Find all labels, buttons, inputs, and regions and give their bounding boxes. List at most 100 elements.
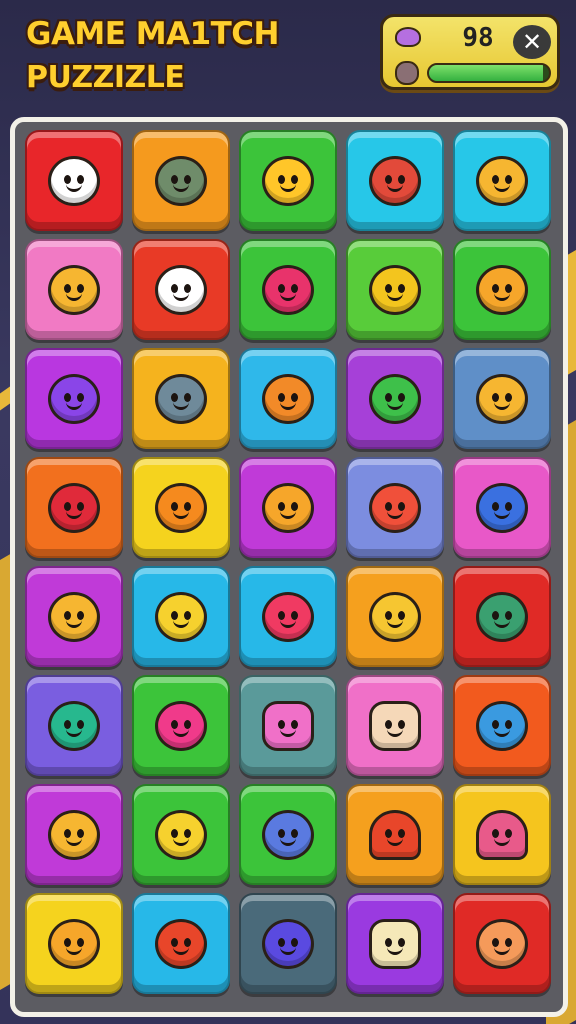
mouth <box>173 511 189 520</box>
mouth <box>280 402 296 411</box>
game-tile[interactable] <box>346 457 444 558</box>
game-tile[interactable] <box>346 239 444 340</box>
bear-face-icon <box>476 155 528 206</box>
sun-icon <box>476 264 528 315</box>
game-tile[interactable] <box>453 457 551 558</box>
mouth <box>280 511 296 520</box>
game-tile[interactable] <box>132 239 230 340</box>
fish-icon <box>155 373 207 424</box>
mouth <box>494 729 510 738</box>
creature-icon <box>395 27 421 47</box>
box-face-icon <box>262 700 314 751</box>
game-tile[interactable] <box>132 130 230 231</box>
game-tile[interactable] <box>239 457 337 558</box>
game-tile[interactable] <box>239 130 337 231</box>
mouth <box>280 620 296 629</box>
mouth <box>173 184 189 193</box>
game-tile[interactable] <box>132 348 230 449</box>
game-tile[interactable] <box>239 348 337 449</box>
game-tile[interactable] <box>346 784 444 885</box>
game-tile[interactable] <box>453 566 551 667</box>
boy-face-icon <box>476 373 528 424</box>
game-tile[interactable] <box>132 566 230 667</box>
game-tile[interactable] <box>453 893 551 994</box>
game-tile[interactable] <box>25 566 123 667</box>
game-tile[interactable] <box>346 130 444 231</box>
mouth <box>66 947 82 956</box>
chick-face-icon <box>48 809 100 860</box>
mouth <box>173 620 189 629</box>
game-tile[interactable] <box>346 675 444 776</box>
fox-face-icon <box>155 918 207 969</box>
blob-face-icon <box>155 700 207 751</box>
mouth <box>66 402 82 411</box>
mouth <box>66 293 82 302</box>
mouth <box>173 947 189 956</box>
mouth <box>387 511 403 520</box>
game-tile[interactable] <box>25 675 123 776</box>
star-face-icon <box>48 918 100 969</box>
game-tile[interactable] <box>453 348 551 449</box>
mouth <box>494 511 510 520</box>
game-tile[interactable] <box>239 893 337 994</box>
mouth <box>173 729 189 738</box>
frog-face-icon <box>48 700 100 751</box>
mouth <box>173 838 189 847</box>
gear-orb-icon <box>48 482 100 533</box>
game-tile[interactable] <box>25 130 123 231</box>
close-button[interactable]: ✕ <box>513 25 551 59</box>
mouth <box>494 184 510 193</box>
game-tile[interactable] <box>25 348 123 449</box>
game-tile[interactable] <box>346 348 444 449</box>
game-tile[interactable] <box>453 130 551 231</box>
game-tile[interactable] <box>25 239 123 340</box>
snake-icon <box>262 918 314 969</box>
game-tile[interactable] <box>346 893 444 994</box>
mouth <box>66 838 82 847</box>
mouth <box>387 293 403 302</box>
game-title: GAME MA1TCH PUZZIZLE <box>26 12 280 100</box>
game-board <box>10 117 568 1017</box>
virus-icon <box>369 482 421 533</box>
mouth <box>387 729 403 738</box>
game-tile[interactable] <box>239 566 337 667</box>
game-tile[interactable] <box>132 784 230 885</box>
mouth <box>66 511 82 520</box>
game-tile[interactable] <box>453 675 551 776</box>
star-ring-icon <box>476 591 528 642</box>
sun-ring-icon <box>262 482 314 533</box>
balloon-icon <box>262 591 314 642</box>
game-tile[interactable] <box>239 784 337 885</box>
sun-face-icon <box>155 482 207 533</box>
ghost-cat-icon <box>155 264 207 315</box>
game-tile[interactable] <box>239 675 337 776</box>
game-tile[interactable] <box>132 893 230 994</box>
sun-face-icon <box>262 155 314 206</box>
mouth <box>387 184 403 193</box>
party-hat-icon <box>476 809 528 860</box>
game-tile[interactable] <box>25 893 123 994</box>
lollipop-icon <box>369 373 421 424</box>
game-tile[interactable] <box>25 457 123 558</box>
candle-box-icon <box>369 918 421 969</box>
monster-face-icon <box>262 264 314 315</box>
mouth <box>173 293 189 302</box>
spiky-face-icon <box>476 700 528 751</box>
mouth <box>494 620 510 629</box>
game-tile[interactable] <box>239 239 337 340</box>
progress-bar <box>427 63 551 83</box>
game-tile[interactable] <box>132 675 230 776</box>
game-tile[interactable] <box>25 784 123 885</box>
mouth <box>494 293 510 302</box>
swirl-icon <box>476 482 528 533</box>
game-tile[interactable] <box>346 566 444 667</box>
mouth <box>280 947 296 956</box>
score-panel: 98 ✕ <box>380 14 560 90</box>
mouth <box>173 402 189 411</box>
chick-face-icon <box>48 591 100 642</box>
game-tile[interactable] <box>453 784 551 885</box>
cat-face-icon <box>48 264 100 315</box>
mouth <box>387 620 403 629</box>
game-tile[interactable] <box>453 239 551 340</box>
game-tile[interactable] <box>132 457 230 558</box>
